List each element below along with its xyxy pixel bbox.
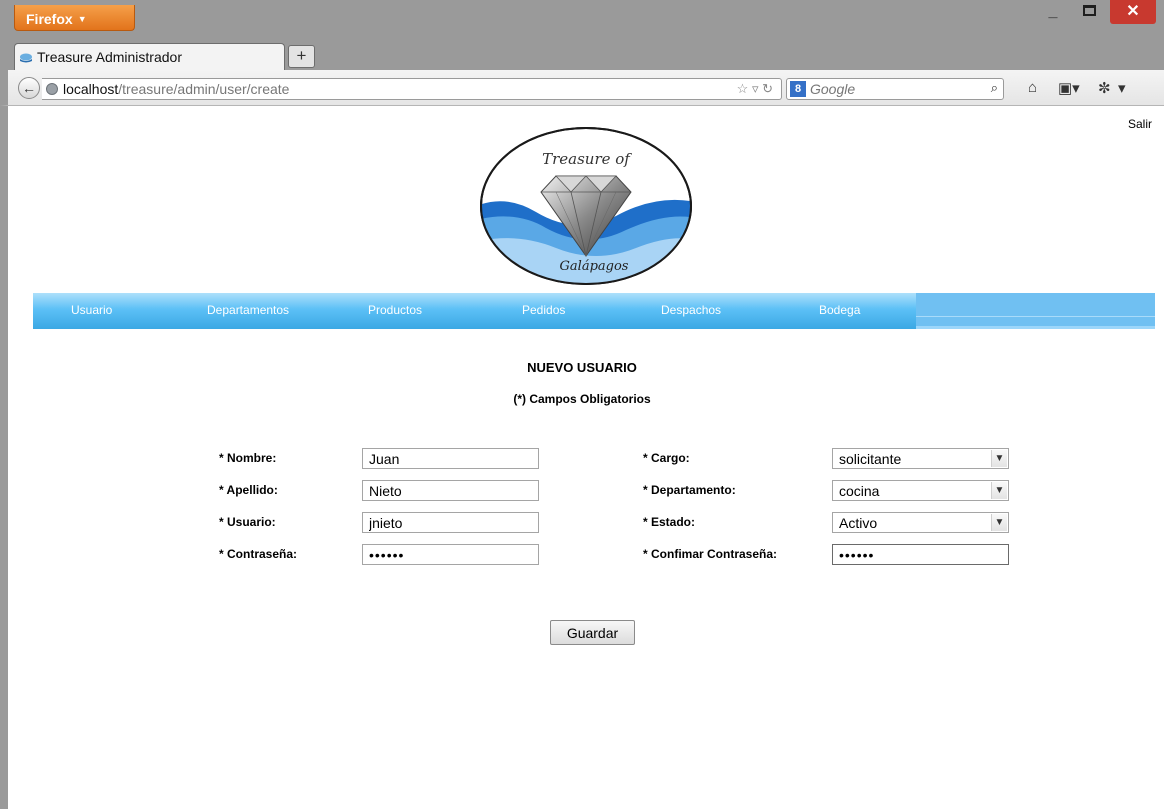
apellido-label: * Apellido: [219, 483, 278, 497]
search-input[interactable]: 8 Google ⌕ [786, 78, 1004, 100]
bookmarks-icon[interactable]: ▣▾ [1058, 79, 1080, 97]
departamento-select[interactable]: cocina ▼ [832, 480, 1009, 501]
treasure-galapagos-logo: Treasure of Galápagos [480, 127, 692, 285]
chevron-down-icon[interactable]: ▼ [991, 450, 1007, 467]
menu-item-despachos[interactable]: Despachos [661, 303, 721, 317]
apellido-field[interactable] [362, 480, 539, 501]
url-path: /treasure/admin/user/create [118, 81, 290, 97]
cargo-select[interactable]: solicitante ▼ [832, 448, 1009, 469]
url-bar[interactable]: localhost/treasure/admin/user/create ☆ ▿… [42, 78, 782, 100]
form-required-note: (*) Campos Obligatorios [513, 392, 651, 406]
nombre-field[interactable] [362, 448, 539, 469]
save-button[interactable]: Guardar [550, 620, 635, 645]
menu-item-pedidos[interactable]: Pedidos [522, 303, 565, 317]
reload-icon[interactable]: ↻ [762, 81, 773, 96]
addon-icon[interactable]: ✼ [1098, 79, 1111, 97]
estado-selected-value: Activo [839, 515, 878, 531]
contrasena-label: * Contraseña: [219, 547, 298, 561]
firefox-menu-button[interactable]: Firefox ▼ [14, 5, 135, 31]
departamento-label: * Departamento: [643, 483, 736, 497]
search-placeholder: Google [810, 81, 856, 97]
menu-item-departamentos[interactable]: Departamentos [207, 303, 289, 317]
departamento-selected-value: cocina [839, 483, 880, 499]
back-arrow-icon[interactable]: ← [18, 77, 40, 99]
confirm-password-field[interactable] [832, 544, 1009, 565]
star-icon[interactable]: ☆ [737, 81, 749, 96]
dropdown-arrow-icon[interactable]: ▿ [752, 81, 759, 96]
new-tab-button[interactable]: + [288, 45, 315, 68]
minimize-icon[interactable]: _ [1040, 0, 1066, 24]
window-border [0, 106, 8, 809]
tab-treasure-administrador[interactable]: Treasure Administrador [14, 43, 285, 70]
navigation-toolbar: ← localhost/treasure/admin/user/create ☆… [0, 70, 1164, 106]
menu-item-usuario[interactable]: Usuario [71, 303, 112, 317]
search-engine-icon[interactable]: 8 [790, 81, 806, 97]
logo-text-bottom: Galápagos [560, 259, 629, 274]
url-text: localhost/treasure/admin/user/create [63, 81, 289, 97]
usuario-label: * Usuario: [219, 515, 276, 529]
url-host: localhost [63, 81, 119, 97]
chevron-down-icon: ▼ [77, 14, 87, 24]
tab-title: Treasure Administrador [37, 49, 182, 65]
logout-link[interactable]: Salir [1128, 117, 1152, 131]
nombre-label: * Nombre: [219, 451, 277, 465]
home-icon[interactable]: ⌂ [1028, 79, 1037, 96]
cargo-label: * Cargo: [643, 451, 690, 465]
menu-item-productos[interactable]: Productos [368, 303, 422, 317]
confirmar-label: * Confimar Contraseña: [643, 547, 778, 561]
firefox-menu-label: Firefox [26, 11, 73, 27]
cargo-selected-value: solicitante [839, 451, 902, 467]
maximize-icon[interactable] [1076, 0, 1102, 24]
chevron-down-icon[interactable]: ▼ [991, 514, 1007, 531]
site-favicon-icon [20, 53, 32, 63]
tab-strip: Treasure Administrador + [0, 37, 1164, 70]
usuario-field[interactable] [362, 512, 539, 533]
window-titlebar: Firefox ▼ _ ✕ [0, 0, 1164, 37]
main-menu: Usuario Departamentos Productos Pedidos … [33, 293, 1155, 329]
form-title: NUEVO USUARIO [527, 360, 637, 375]
menu-item-bodega[interactable]: Bodega [819, 303, 860, 317]
close-icon[interactable]: ✕ [1110, 0, 1156, 24]
password-field[interactable] [362, 544, 539, 565]
chevron-down-icon[interactable]: ▼ [991, 482, 1007, 499]
menu-bar [33, 293, 916, 329]
globe-icon [46, 83, 58, 95]
url-bar-icons: ☆ ▿ ↻ [737, 81, 773, 97]
estado-label: * Estado: [643, 515, 696, 529]
logo-text-top: Treasure of [542, 150, 632, 168]
menu-bar-extension [916, 293, 1155, 329]
search-icon[interactable]: ⌕ [991, 80, 998, 96]
estado-select[interactable]: Activo ▼ [832, 512, 1009, 533]
toolbar-overflow-icon[interactable]: ▾ [1118, 79, 1126, 97]
